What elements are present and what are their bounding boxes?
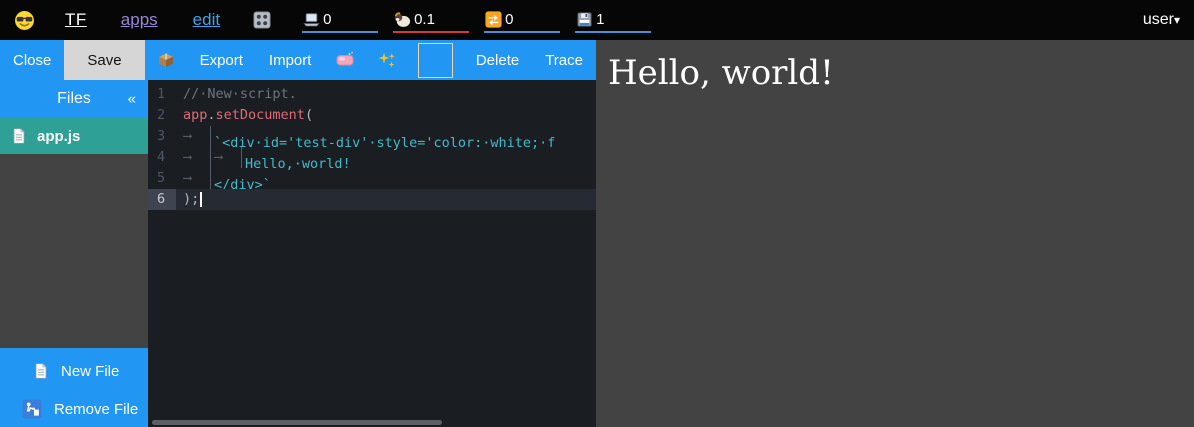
soap-icon [335, 50, 355, 70]
delete-button-label: Delete [476, 52, 519, 69]
metric-value: 0 [323, 11, 331, 28]
remove-file-button[interactable]: Remove File [21, 396, 138, 422]
control-knobs-icon[interactable] [252, 10, 272, 30]
metric-laptop[interactable]: 0 [302, 7, 378, 33]
delete-button[interactable]: Delete [463, 40, 532, 80]
preview-hello-text: Hello, world! [608, 53, 1194, 93]
metric-value: 0 [505, 11, 513, 28]
user-menu-label: user [1143, 11, 1174, 28]
sidebar-item-app-js[interactable]: app.js [0, 118, 148, 154]
code-line-text: //·New·script. [176, 84, 596, 105]
text-cursor [200, 192, 202, 207]
litter-bin-icon [21, 398, 43, 420]
code-line-text: app.setDocument( [176, 105, 596, 126]
new-file-button-label: New File [61, 363, 119, 380]
code-editor[interactable]: 1//·New·script.2app.setDocument(3⟶`<div·… [148, 80, 596, 427]
editor-toolbar: Close Save Export Import Delete Trace [0, 40, 596, 80]
import-button[interactable]: Import [256, 40, 325, 80]
line-number: 1 [148, 84, 176, 105]
brand-tf-link[interactable]: TF [65, 10, 87, 30]
trace-button[interactable]: Trace [532, 40, 596, 80]
line-number: 3 [148, 126, 176, 147]
metric-value: 0.1 [414, 11, 435, 28]
ram-icon [393, 10, 412, 29]
edit-link[interactable]: edit [193, 10, 220, 30]
close-button[interactable]: Close [0, 40, 64, 80]
sparkles-button[interactable] [366, 40, 408, 80]
new-file-button[interactable]: New File [32, 358, 119, 384]
package-button[interactable] [145, 40, 187, 80]
collapse-sidebar-button[interactable]: « [128, 91, 136, 108]
floppy-icon [575, 10, 594, 29]
top-navigation-bar: TF apps edit 0 0.1 0 1 user▾ [0, 0, 1194, 40]
metric-floppy[interactable]: 1 [575, 7, 651, 33]
file-list-empty-area [0, 154, 148, 348]
user-menu[interactable]: user▾ [1143, 11, 1180, 29]
code-line[interactable]: 4⟶⟶Hello,·world! [148, 147, 596, 168]
remove-file-button-label: Remove File [54, 401, 138, 418]
metric-ram[interactable]: 0.1 [393, 7, 469, 33]
unknown-glyph-button[interactable] [418, 43, 452, 78]
sidebar-file-actions: New File Remove File [0, 348, 148, 427]
file-page-icon [10, 127, 28, 145]
files-panel-header: Files « [0, 80, 148, 118]
horizontal-scrollbar-thumb[interactable] [152, 420, 442, 425]
code-line[interactable]: 6); [148, 189, 596, 210]
code-line[interactable]: 1//·New·script. [148, 84, 596, 105]
package-icon [156, 50, 176, 70]
page-icon [32, 362, 50, 380]
import-button-label: Import [269, 52, 312, 69]
line-number: 6 [148, 189, 176, 210]
status-metrics: 0 0.1 0 1 [302, 7, 666, 33]
code-line-text: ⟶</div>` [176, 168, 596, 189]
save-button-label: Save [87, 52, 121, 69]
line-number: 4 [148, 147, 176, 168]
apps-link[interactable]: apps [121, 10, 158, 30]
code-line-text: ); [176, 189, 596, 210]
soap-button[interactable] [324, 40, 366, 80]
close-button-label: Close [13, 52, 51, 69]
metric-repeat[interactable]: 0 [484, 7, 560, 33]
export-button-label: Export [200, 52, 243, 69]
code-line-text: ⟶⟶Hello,·world! [176, 147, 596, 168]
line-number: 2 [148, 105, 176, 126]
save-button[interactable]: Save [64, 40, 144, 80]
code-line-text: ⟶`<div·id='test-div'·style='color:·white… [176, 126, 596, 147]
sparkles-icon [377, 50, 397, 70]
files-panel-title: Files [57, 90, 91, 108]
code-line[interactable]: 3⟶`<div·id='test-div'·style='color:·whit… [148, 126, 596, 147]
code-line[interactable]: 5⟶</div>` [148, 168, 596, 189]
laptop-icon [302, 10, 321, 29]
app-preview-pane: Hello, world! [596, 40, 1194, 427]
file-name-label: app.js [37, 128, 80, 145]
chevron-down-icon: ▾ [1174, 13, 1180, 27]
metric-value: 1 [596, 11, 604, 28]
smiling-face-sunglasses-icon[interactable] [14, 10, 35, 31]
code-line[interactable]: 2app.setDocument( [148, 105, 596, 126]
line-number: 5 [148, 168, 176, 189]
export-button[interactable]: Export [187, 40, 256, 80]
repeat-icon [484, 10, 503, 29]
trace-button-label: Trace [545, 52, 583, 69]
